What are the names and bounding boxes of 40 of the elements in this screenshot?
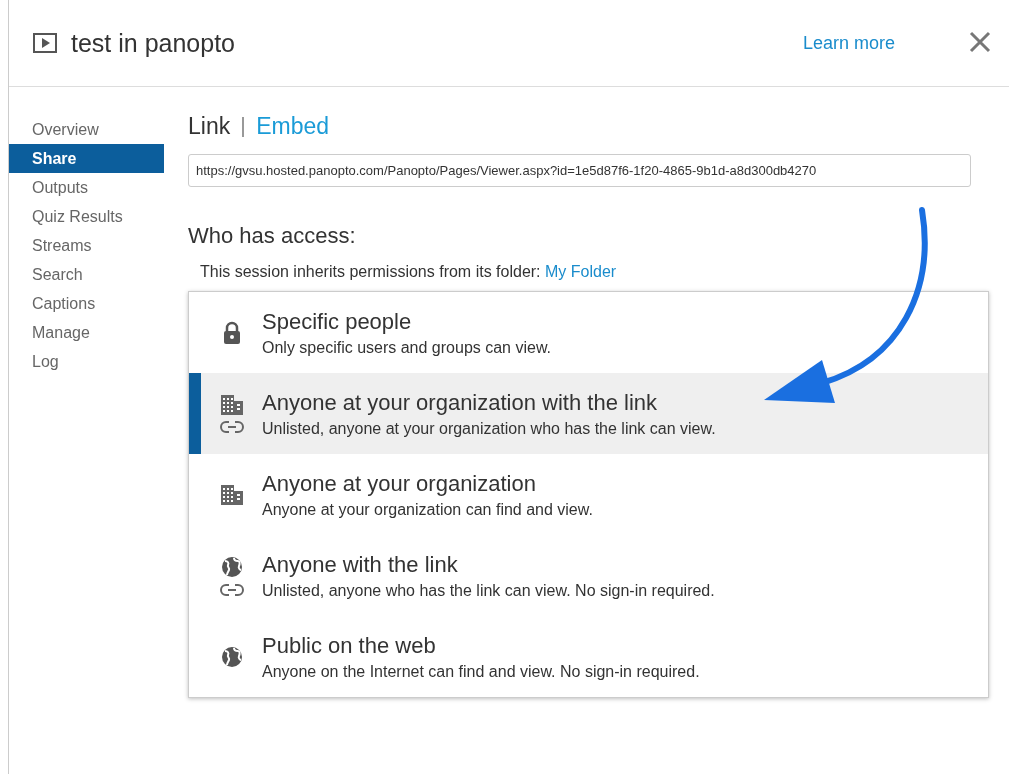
window-title: test in panopto bbox=[71, 28, 236, 58]
tab[interactable]: Embed bbox=[256, 113, 330, 140]
learn-more-link[interactable]: Learn more bbox=[802, 32, 895, 54]
option-title: Anyone at your organization with the link bbox=[262, 389, 658, 416]
tab[interactable]: Link bbox=[188, 113, 231, 140]
inherit-text: This session inherits permissions from its folder: My Folder bbox=[200, 263, 618, 281]
option-title: Anyone with the link bbox=[262, 551, 459, 578]
option-description: Unlisted, anyone who has the link can view. No sign-in required. bbox=[262, 581, 715, 600]
folder-link[interactable]: My Folder bbox=[545, 263, 617, 280]
option-description: Anyone on the Internet can find and view. No sign-in required. bbox=[262, 662, 700, 681]
link-field[interactable]: https://gvsu.hosted.panopto.com/Panopto/Pages/Viewer.aspx?id=1e5d87f6-1f20-4865-9b1d-a8d300db4270 bbox=[188, 154, 971, 187]
sidebar-item[interactable]: Overview bbox=[9, 115, 164, 144]
access-option[interactable]: Anyone at your organization Anyone at your organization can find and view. bbox=[189, 454, 988, 535]
access-option[interactable]: Anyone with the link Unlisted, anyone who has the link can view. No sign-in required. bbox=[189, 535, 988, 616]
globe-icon bbox=[219, 554, 244, 579]
sidebar-item[interactable]: Quiz Results bbox=[9, 202, 164, 231]
link-icon bbox=[219, 582, 244, 597]
link-icon bbox=[219, 419, 244, 434]
sidebar-item[interactable]: Streams bbox=[9, 231, 164, 260]
option-title: Specific people bbox=[262, 308, 413, 335]
sidebar-item[interactable]: Captions bbox=[9, 289, 164, 318]
option-description: Anyone at your organization can find and view. bbox=[262, 500, 593, 519]
video-icon bbox=[33, 33, 57, 53]
sidebar-item[interactable]: Manage bbox=[9, 318, 164, 347]
access-option[interactable]: Anyone at your organization with the link Unlisted, anyone at your organization who has the link can view. bbox=[189, 373, 988, 454]
option-description: Unlisted, anyone at your organization who has the link can view. bbox=[262, 419, 716, 438]
building-icon bbox=[219, 393, 244, 416]
sidebar-item[interactable]: Share bbox=[9, 144, 164, 173]
access-option[interactable]: Public on the web Anyone on the Internet can find and view. No sign-in required. bbox=[189, 616, 988, 697]
sidebar-item[interactable]: Outputs bbox=[9, 173, 164, 202]
globe-icon bbox=[219, 644, 244, 669]
access-option[interactable]: Specific people Only specific users and groups can view. bbox=[189, 292, 988, 373]
lock-icon bbox=[221, 320, 242, 345]
option-title: Anyone at your organization bbox=[262, 470, 537, 497]
sidebar-item[interactable]: Search bbox=[9, 260, 164, 289]
option-description: Only specific users and groups can view. bbox=[262, 338, 552, 357]
sidebar-item[interactable]: Log bbox=[9, 347, 164, 376]
section-heading: Who has access: bbox=[188, 223, 357, 249]
building-icon bbox=[219, 483, 244, 506]
option-title: Public on the web bbox=[262, 632, 437, 659]
